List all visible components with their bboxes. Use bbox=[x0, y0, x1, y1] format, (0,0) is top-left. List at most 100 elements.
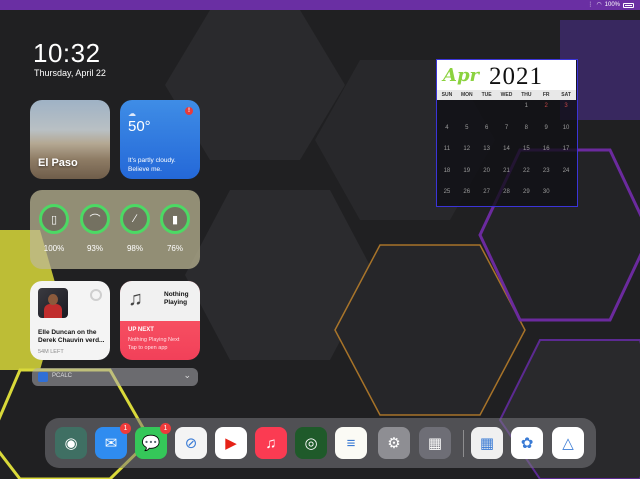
battery-icon bbox=[623, 2, 634, 8]
music-widget[interactable]: ♫ Nothing Playing UP NEXT Nothing Playin… bbox=[120, 281, 200, 360]
photos-icon[interactable]: ✿ bbox=[511, 427, 543, 459]
music-icon[interactable]: ♫ bbox=[255, 427, 287, 459]
weekday-label: SUN bbox=[441, 92, 453, 98]
calendar-day: 4 bbox=[445, 124, 449, 131]
calendar-day-empty bbox=[497, 102, 517, 124]
dock: ◉ ✉ 1 💬 1 ⊘ ▶ ♫ ◎ ≡ ⚙ ▦ ▦ ✿ △ bbox=[45, 418, 596, 468]
calendar-day: 25 bbox=[443, 189, 451, 195]
calendar-year: 2021 bbox=[489, 63, 543, 90]
weather-description: It's partly cloudy. Believe me. bbox=[128, 157, 176, 173]
calendar-day: 5 bbox=[465, 124, 469, 131]
settings-icon[interactable]: ⚙ bbox=[378, 427, 410, 459]
weather-temperature: 50° bbox=[128, 118, 151, 135]
calendar-day-empty bbox=[457, 102, 477, 124]
battery-percent-case: 76% bbox=[166, 244, 183, 253]
podcast-episode-title: Elle Duncan on the Derek Chauvin verd... bbox=[38, 329, 105, 344]
photo-location-label: El Paso bbox=[38, 157, 78, 169]
mail-icon[interactable]: ✉ 1 bbox=[95, 423, 131, 459]
calendar-day: 17 bbox=[562, 146, 570, 152]
calendar-day: 6 bbox=[484, 124, 489, 131]
mail-icon-glyph: ✉ bbox=[104, 435, 118, 452]
photos-widget[interactable]: El Paso bbox=[30, 100, 110, 179]
headphones-icon: ⌒ bbox=[80, 204, 110, 234]
calendar-day: 27 bbox=[483, 189, 490, 195]
screenshot-app-icon[interactable]: ◉ bbox=[55, 427, 87, 459]
calendar-day: 15 bbox=[523, 146, 530, 152]
chevron-down-icon[interactable]: ⌄ bbox=[183, 370, 191, 381]
pencil-icon: ∕ bbox=[120, 204, 150, 234]
calendar-day: 30 bbox=[542, 189, 550, 195]
calendar-day-empty bbox=[477, 102, 497, 124]
messages-icon-glyph: 💬 bbox=[141, 435, 161, 452]
calendar-day: 2 bbox=[544, 103, 548, 109]
music-now-playing: Nothing Playing bbox=[164, 291, 189, 306]
notes-icon-glyph: ≡ bbox=[346, 434, 356, 452]
app-folder-icon-glyph: ▦ bbox=[427, 435, 443, 452]
notification-badge: 1 bbox=[160, 423, 171, 434]
calendar-day: 12 bbox=[463, 146, 471, 152]
app-folder-icon[interactable]: ▦ bbox=[419, 427, 451, 459]
calendar-day: 10 bbox=[562, 124, 570, 131]
pcalc-widget-bar[interactable]: PCALC ⌄ bbox=[32, 368, 198, 386]
calendar-day: 3 bbox=[564, 103, 568, 109]
battery-item-case: ▮ 76% bbox=[158, 204, 192, 253]
batteries-widget[interactable]: ▯ 100% ⌒ 93% ∕ 98% ▮ 76% bbox=[30, 190, 200, 269]
podcasts-widget[interactable]: Elle Duncan on the Derek Chauvin verd...… bbox=[30, 281, 110, 360]
app-library-icon-glyph: ▦ bbox=[479, 435, 495, 452]
weekday-label: THU bbox=[521, 92, 532, 98]
weekday-label: TUE bbox=[481, 92, 492, 98]
calendar-day: 20 bbox=[483, 167, 490, 174]
music-note-icon: ♫ bbox=[128, 288, 143, 310]
calendar-month: Apr bbox=[443, 65, 480, 86]
messages-icon[interactable]: 💬 1 bbox=[135, 423, 171, 459]
google-drive-icon-glyph: △ bbox=[562, 435, 574, 452]
calendar-day: 14 bbox=[503, 146, 510, 152]
calendar-day: 8 bbox=[524, 124, 529, 131]
calendar-day-empty bbox=[556, 188, 576, 210]
battery-percent-ipad: 100% bbox=[43, 244, 65, 253]
calendar-day: 24 bbox=[562, 167, 570, 174]
podcast-time-left: 54M LEFT bbox=[38, 349, 64, 355]
weekday-label: SAT bbox=[561, 92, 571, 98]
weather-widget[interactable]: ☁ ! 50° It's partly cloudy. Believe me. bbox=[120, 100, 200, 179]
calendar-day: 11 bbox=[443, 146, 451, 152]
calendar-day: 23 bbox=[542, 167, 550, 174]
weekday-label: MON bbox=[460, 92, 473, 98]
notification-badge: 1 bbox=[120, 423, 131, 434]
weather-alert-icon: ! bbox=[185, 107, 193, 115]
calendar-widget[interactable]: Apr 2021 SUN MON TUE WED THU FR SAT 1234… bbox=[436, 59, 578, 207]
status-bar: ⋮ ◠ 100% bbox=[0, 0, 640, 10]
calendar-day: 29 bbox=[523, 189, 530, 195]
youtube-icon[interactable]: ▶ bbox=[215, 427, 247, 459]
notes-icon[interactable]: ≡ bbox=[335, 427, 367, 459]
music-up-next-text: Nothing Playing Next bbox=[128, 337, 180, 343]
safari-icon[interactable]: ⊘ bbox=[175, 427, 207, 459]
wifi-icon: ◠ bbox=[596, 2, 602, 8]
cloud-icon: ☁ bbox=[128, 109, 136, 118]
signal-icon: ⋮ bbox=[587, 2, 594, 8]
artwork-figure bbox=[44, 304, 62, 318]
app-library-icon[interactable]: ▦ bbox=[471, 427, 503, 459]
screenshot-app-icon-glyph: ◉ bbox=[64, 435, 78, 452]
calendar-day: 28 bbox=[503, 189, 510, 195]
overcast-icon-glyph: ◎ bbox=[304, 435, 318, 452]
music-up-next-label: UP NEXT bbox=[128, 327, 154, 333]
calendar-day: 19 bbox=[463, 167, 471, 174]
google-drive-icon[interactable]: △ bbox=[552, 427, 584, 459]
calendar-day: 22 bbox=[523, 167, 530, 174]
calendar-day: 18 bbox=[443, 167, 451, 174]
youtube-icon-glyph: ▶ bbox=[225, 435, 237, 452]
calendar-day: 16 bbox=[542, 146, 550, 152]
calendar-day: 21 bbox=[503, 167, 510, 174]
battery-percent: 100% bbox=[604, 2, 620, 8]
music-icon-glyph: ♫ bbox=[265, 434, 277, 452]
clock-date: Thursday, April 22 bbox=[34, 68, 106, 78]
calendar-day: 7 bbox=[504, 124, 509, 131]
dock-divider bbox=[463, 430, 464, 457]
artwork-face bbox=[48, 294, 58, 305]
overcast-icon[interactable]: ◎ bbox=[295, 427, 327, 459]
podcasts-logo-icon bbox=[90, 289, 102, 301]
status-indicators: ⋮ ◠ 100% bbox=[587, 0, 634, 10]
ipad-icon: ▯ bbox=[39, 204, 69, 234]
calendar-day-empty bbox=[437, 102, 457, 124]
